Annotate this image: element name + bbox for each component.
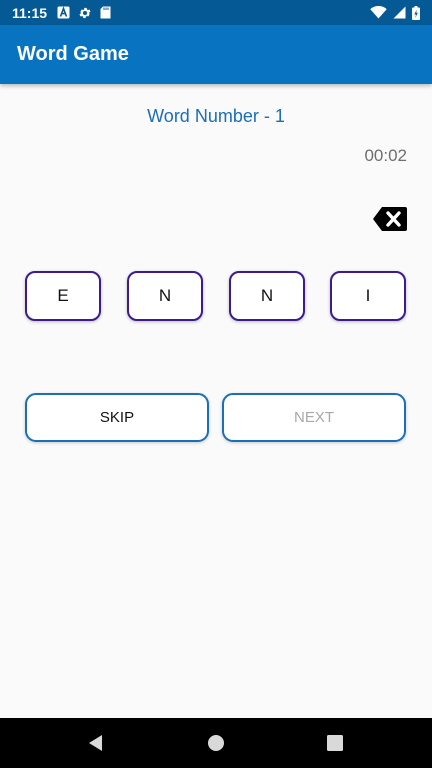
timer: 00:02 xyxy=(364,146,407,165)
backspace-button[interactable] xyxy=(373,206,407,232)
status-right-icons xyxy=(370,5,420,20)
letter-tile[interactable]: E xyxy=(25,271,101,321)
letter-tile[interactable]: N xyxy=(127,271,203,321)
status-bar: 11:15 xyxy=(0,0,432,25)
backspace-icon xyxy=(373,207,407,231)
app-title: Word Game xyxy=(17,43,129,65)
wifi-icon xyxy=(370,6,387,19)
status-left-icons xyxy=(57,6,111,20)
next-button[interactable]: NEXT xyxy=(222,393,406,442)
a-notification-icon xyxy=(57,6,70,19)
app-bar: Word Game xyxy=(0,25,432,84)
recents-icon[interactable] xyxy=(327,735,343,751)
letter-tile[interactable]: N xyxy=(229,271,305,321)
signal-icon xyxy=(393,6,406,19)
word-number-label: Word Number - 1 xyxy=(147,106,285,126)
skip-button[interactable]: SKIP xyxy=(25,393,209,442)
battery-charging-icon xyxy=(412,5,420,20)
back-icon[interactable] xyxy=(87,734,105,752)
letter-tiles: E N N I xyxy=(0,271,432,321)
navigation-bar xyxy=(0,718,432,768)
status-time: 11:15 xyxy=(12,4,48,21)
home-icon[interactable] xyxy=(207,734,225,752)
settings-icon xyxy=(78,6,92,20)
sd-card-icon xyxy=(100,6,111,19)
letter-tile[interactable]: I xyxy=(330,271,406,321)
